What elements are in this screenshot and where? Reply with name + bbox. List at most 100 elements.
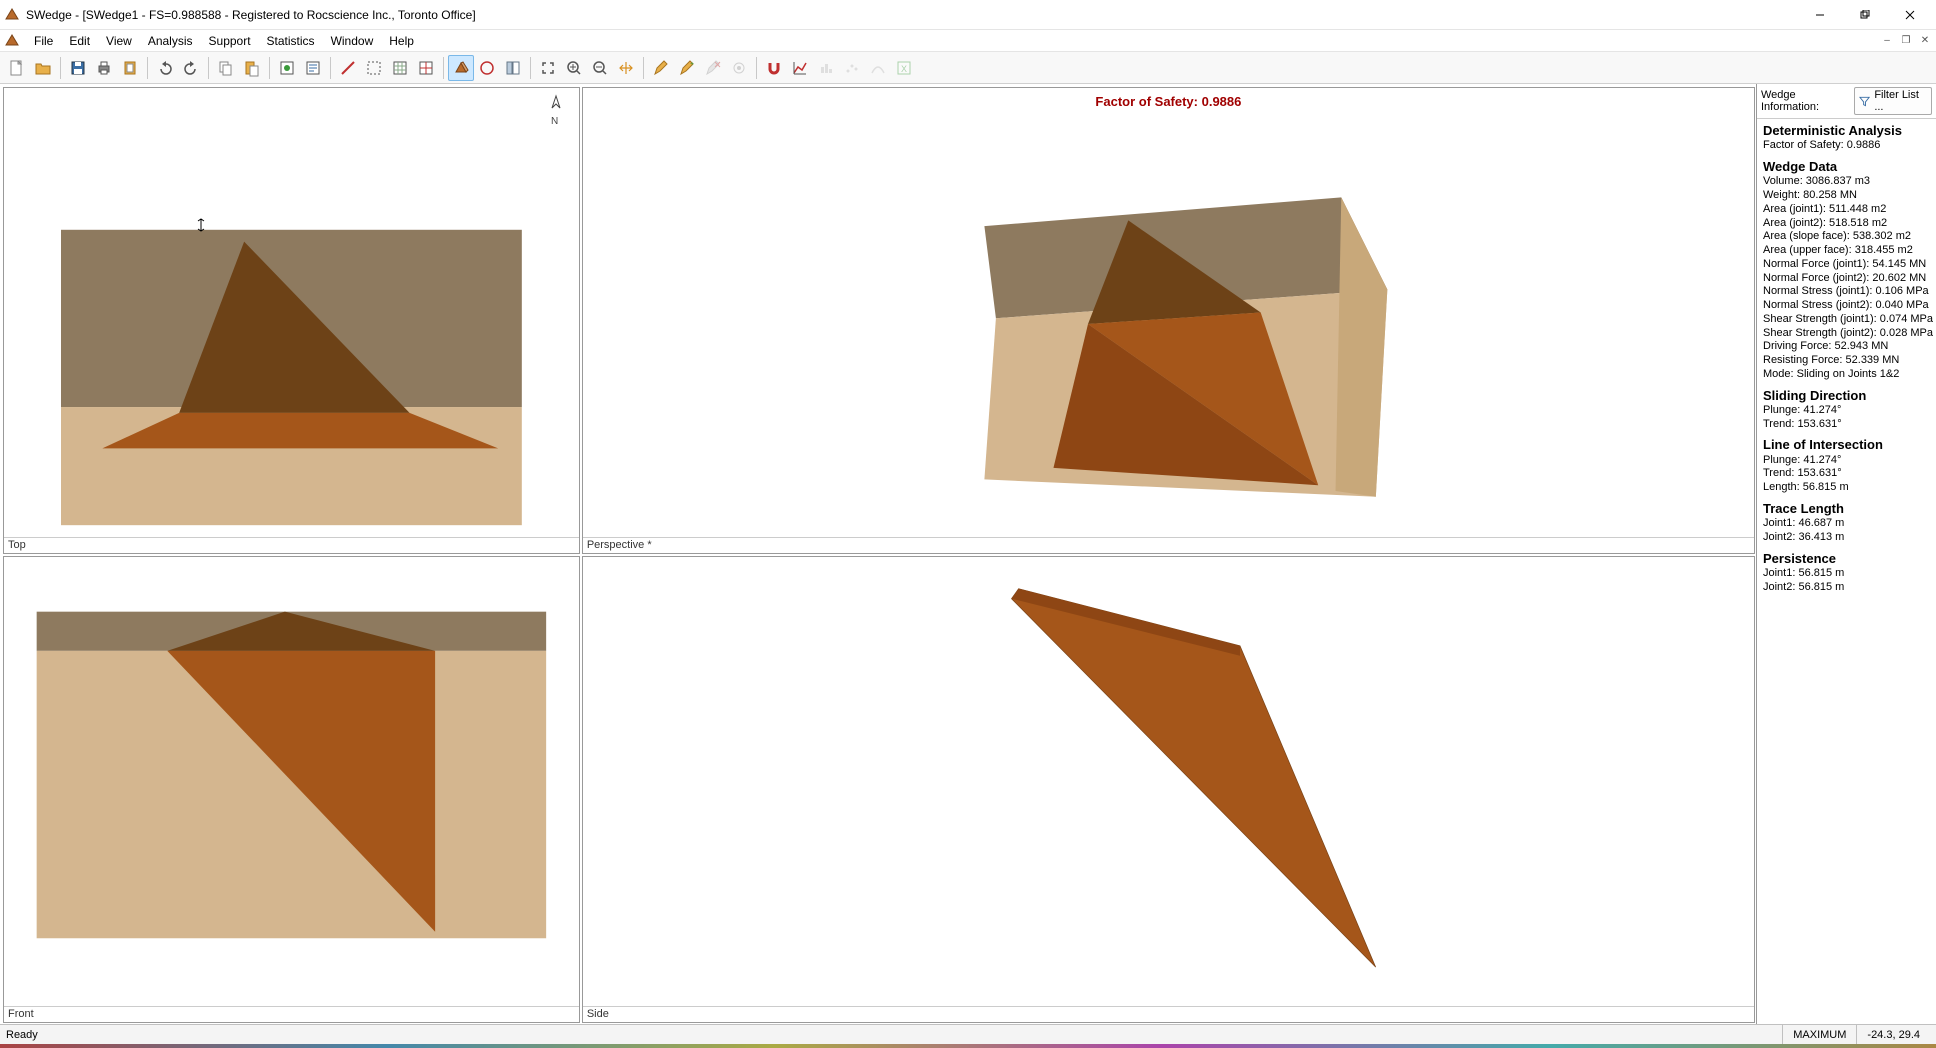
info-nstress-j2: Normal Stress (joint2): 0.040 MPa <box>1763 299 1930 313</box>
main: N Top Factor of Safety: 0.9886 <box>0 84 1936 1024</box>
fos-label: Factor of Safety: 0.9886 <box>583 94 1754 109</box>
chart-line-button[interactable] <box>787 55 813 81</box>
measure-button[interactable] <box>335 55 361 81</box>
info-persist-j2: Joint2: 56.815 m <box>1763 581 1930 595</box>
redo-button[interactable] <box>178 55 204 81</box>
section-sliding-direction: Sliding Direction <box>1763 388 1930 404</box>
section-persistence: Persistence <box>1763 551 1930 567</box>
viewport-side-label: Side <box>583 1006 1754 1022</box>
mdi-close-button[interactable]: ✕ <box>1916 33 1934 49</box>
chart-scatter-button[interactable] <box>839 55 865 81</box>
viewport-front-canvas[interactable] <box>4 557 579 1006</box>
undo-button[interactable] <box>152 55 178 81</box>
wedge-info-panel: Wedge Information: Filter List ... Deter… <box>1756 84 1936 1024</box>
viewport-perspective-canvas[interactable] <box>583 88 1754 537</box>
chart-dist-button[interactable] <box>865 55 891 81</box>
viewport-side-canvas[interactable] <box>583 557 1754 1006</box>
viewport-side[interactable]: Side <box>582 556 1755 1023</box>
info-loi-trend: Trend: 153.631° <box>1763 467 1930 481</box>
grid-button[interactable] <box>387 55 413 81</box>
compute-button[interactable] <box>274 55 300 81</box>
menu-analysis[interactable]: Analysis <box>140 32 201 50</box>
viewport-top-label: Top <box>4 537 579 553</box>
mdi-restore-button[interactable]: ❐ <box>1897 33 1915 49</box>
select-button[interactable] <box>361 55 387 81</box>
report-button[interactable] <box>300 55 326 81</box>
info-mode: Mode: Sliding on Joints 1&2 <box>1763 368 1930 382</box>
north-arrow-icon: N <box>545 94 567 128</box>
menu-window[interactable]: Window <box>323 32 382 50</box>
wedge-info-content[interactable]: Deterministic Analysis Factor of Safety:… <box>1757 119 1936 1024</box>
status-coords: -24.3, 29.4 <box>1856 1025 1930 1044</box>
stereonet-button[interactable] <box>474 55 500 81</box>
info-area-j2: Area (joint2): 518.518 m2 <box>1763 217 1930 231</box>
status-mode: MAXIMUM <box>1782 1025 1856 1044</box>
info-resisting: Resisting Force: 52.339 MN <box>1763 354 1930 368</box>
menu-view[interactable]: View <box>98 32 140 50</box>
delete-tool-button[interactable] <box>700 55 726 81</box>
viewport-top[interactable]: N Top <box>3 87 580 554</box>
taskbar-strip <box>0 1044 1936 1048</box>
magnet-button[interactable] <box>761 55 787 81</box>
info-fos: Factor of Safety: 0.9886 <box>1763 139 1930 153</box>
svg-text:N: N <box>551 116 558 127</box>
open-button[interactable] <box>30 55 56 81</box>
info-sliding-trend: Trend: 153.631° <box>1763 418 1930 432</box>
statusbar: Ready MAXIMUM -24.3, 29.4 <box>0 1024 1936 1044</box>
move-cursor-icon <box>194 218 208 232</box>
menubar: File Edit View Analysis Support Statisti… <box>0 30 1936 52</box>
chart-bar-button[interactable] <box>813 55 839 81</box>
close-button[interactable] <box>1887 1 1932 29</box>
save-button[interactable] <box>65 55 91 81</box>
info-area-j1: Area (joint1): 511.448 m2 <box>1763 203 1930 217</box>
info-area-slope: Area (slope face): 538.302 m2 <box>1763 230 1930 244</box>
zoom-in-button[interactable] <box>561 55 587 81</box>
paste-button[interactable] <box>239 55 265 81</box>
menu-support[interactable]: Support <box>201 32 259 50</box>
menu-help[interactable]: Help <box>381 32 422 50</box>
section-loi: Line of Intersection <box>1763 437 1930 453</box>
info-sstr-j2: Shear Strength (joint2): 0.028 MPa <box>1763 327 1930 341</box>
info-sliding-plunge: Plunge: 41.274° <box>1763 404 1930 418</box>
viewport-top-canvas[interactable]: N <box>4 88 579 537</box>
copy-button[interactable] <box>213 55 239 81</box>
info-volume: Volume: 3086.837 m3 <box>1763 175 1930 189</box>
menu-statistics[interactable]: Statistics <box>259 32 323 50</box>
info-loi-length: Length: 56.815 m <box>1763 481 1930 495</box>
status-ready: Ready <box>6 1029 38 1041</box>
info-trace-j1: Joint1: 46.687 m <box>1763 517 1930 531</box>
menu-file[interactable]: File <box>26 32 61 50</box>
info-nforce-j2: Normal Force (joint2): 20.602 MN <box>1763 272 1930 286</box>
window-title: SWedge - [SWedge1 - FS=0.988588 - Regist… <box>26 8 476 22</box>
zoom-extents-button[interactable] <box>535 55 561 81</box>
minimize-button[interactable] <box>1797 1 1842 29</box>
clipboard-button[interactable] <box>117 55 143 81</box>
info-nforce-j1: Normal Force (joint1): 54.145 MN <box>1763 258 1930 272</box>
svg-text:+: + <box>690 61 694 68</box>
table-button[interactable] <box>413 55 439 81</box>
wedge-3d-button[interactable] <box>448 55 474 81</box>
edit-bolt-button[interactable]: + <box>674 55 700 81</box>
print-button[interactable] <box>91 55 117 81</box>
window-buttons <box>1797 1 1932 29</box>
viewport-perspective[interactable]: Factor of Safety: 0.9886 Perspective * <box>582 87 1755 554</box>
info-weight: Weight: 80.258 MN <box>1763 189 1930 203</box>
filter-list-label: Filter List ... <box>1874 89 1927 113</box>
new-button[interactable] <box>4 55 30 81</box>
info-trace-j2: Joint2: 36.413 m <box>1763 531 1930 545</box>
mdi-minimize-button[interactable]: ‒ <box>1878 33 1896 49</box>
export-excel-button[interactable]: X <box>891 55 917 81</box>
info-persist-j1: Joint1: 56.815 m <box>1763 567 1930 581</box>
settings-tool-button[interactable] <box>726 55 752 81</box>
pan-button[interactable] <box>613 55 639 81</box>
viewport-front[interactable]: Front <box>3 556 580 1023</box>
zoom-out-button[interactable] <box>587 55 613 81</box>
section-trace: Trace Length <box>1763 501 1930 517</box>
titlebar: SWedge - [SWedge1 - FS=0.988588 - Regist… <box>0 0 1936 30</box>
edit-tool-button[interactable] <box>648 55 674 81</box>
menu-edit[interactable]: Edit <box>61 32 98 50</box>
filter-list-button[interactable]: Filter List ... <box>1854 87 1932 115</box>
info-panel-button[interactable] <box>500 55 526 81</box>
maximize-button[interactable] <box>1842 1 1887 29</box>
wedge-info-header: Wedge Information: Filter List ... <box>1757 84 1936 119</box>
